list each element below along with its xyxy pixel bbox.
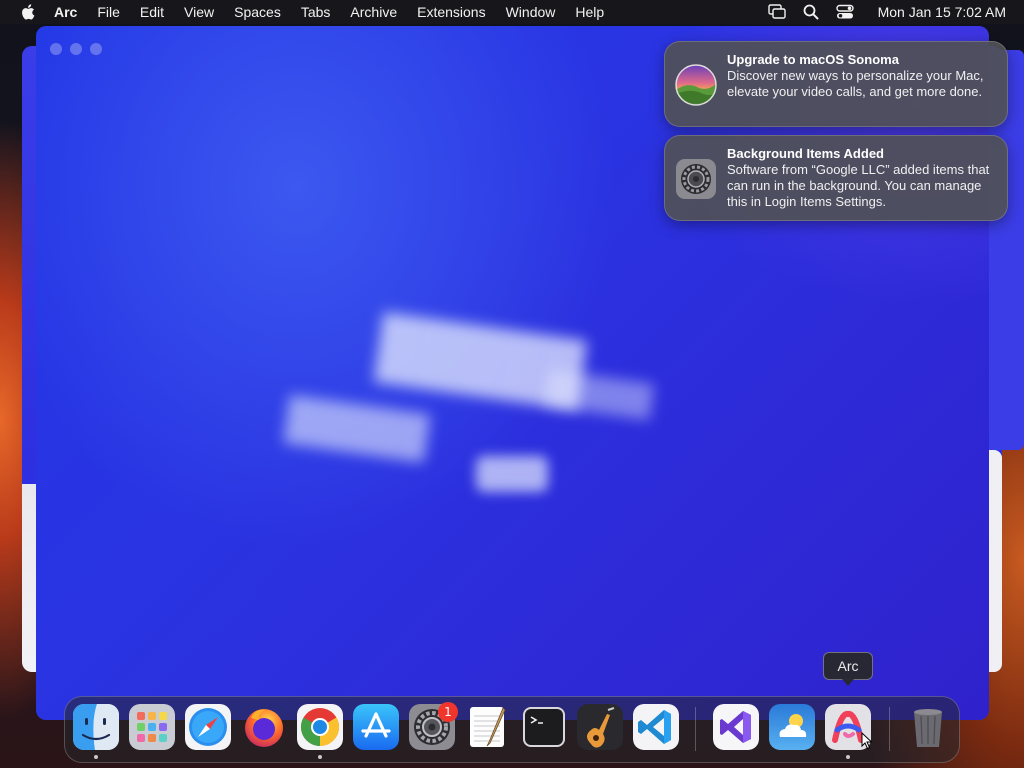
- notification-upgrade-sonoma[interactable]: Upgrade to macOS Sonoma Discover new way…: [664, 41, 1008, 127]
- screen-mirroring-icon[interactable]: [767, 3, 786, 21]
- dock-separator: [695, 707, 696, 751]
- menu-app-name[interactable]: Arc: [50, 0, 87, 24]
- background-window-edge-lower: [988, 450, 1002, 672]
- menu-edit[interactable]: Edit: [130, 0, 174, 24]
- menu-archive[interactable]: Archive: [340, 0, 407, 24]
- notification-title: Upgrade to macOS Sonoma: [727, 52, 899, 67]
- menu-tabs[interactable]: Tabs: [291, 0, 341, 24]
- dock-textedit-icon[interactable]: [465, 704, 511, 750]
- macos-sonoma-icon: [675, 64, 717, 106]
- notification-badge: 1: [438, 702, 458, 722]
- arc-window[interactable]: █████ █████ █████: [36, 26, 989, 720]
- search-icon[interactable]: [802, 3, 820, 21]
- notification-background-items[interactable]: Background Items Added Software from “Go…: [664, 135, 1008, 221]
- menu-view[interactable]: View: [174, 0, 224, 24]
- dock-trash-icon[interactable]: [905, 704, 951, 750]
- dock-visual-studio-icon[interactable]: [713, 704, 759, 750]
- apple-logo-icon[interactable]: [18, 3, 36, 21]
- close-window-button[interactable]: [50, 43, 62, 55]
- dock-tooltip-arrow: [842, 679, 854, 686]
- blurred-content: █████: [544, 370, 655, 419]
- menu-spaces[interactable]: Spaces: [224, 0, 291, 24]
- blurred-content: █████: [283, 396, 431, 460]
- dock-tooltip: Arc: [823, 652, 873, 680]
- dock-finder-icon[interactable]: [73, 704, 119, 750]
- menu-extensions[interactable]: Extensions: [407, 0, 495, 24]
- running-indicator: [846, 755, 850, 759]
- dock-launchpad-icon[interactable]: [129, 704, 175, 750]
- dock-weather-icon[interactable]: [769, 704, 815, 750]
- notification-text: Software from “Google LLC” added items t…: [727, 162, 990, 209]
- dock-firefox-icon[interactable]: [241, 704, 287, 750]
- menu-bar-clock[interactable]: Mon Jan 15 7:02 AM: [878, 4, 1006, 20]
- menu-bar: Arc File Edit View Spaces Tabs Archive E…: [0, 0, 1024, 24]
- running-indicator: [318, 755, 322, 759]
- dock-separator: [889, 707, 890, 751]
- dock-app-store-icon[interactable]: [353, 704, 399, 750]
- control-center-icon[interactable]: [835, 3, 854, 21]
- dock-safari-icon[interactable]: [185, 704, 231, 750]
- menu-help[interactable]: Help: [565, 0, 614, 24]
- dock: [64, 696, 960, 763]
- minimize-window-button[interactable]: [70, 43, 82, 55]
- window-controls: [50, 43, 102, 55]
- dock-vscode-icon[interactable]: [633, 704, 679, 750]
- mouse-cursor-icon: [861, 731, 873, 755]
- dock-terminal-icon[interactable]: [521, 704, 567, 750]
- notification-title: Background Items Added: [727, 146, 884, 161]
- dock-garageband-icon[interactable]: [577, 704, 623, 750]
- blurred-button: [476, 456, 548, 492]
- menu-window[interactable]: Window: [496, 0, 566, 24]
- zoom-window-button[interactable]: [90, 43, 102, 55]
- running-indicator: [94, 755, 98, 759]
- menu-file[interactable]: File: [87, 0, 130, 24]
- dock-chrome-icon[interactable]: [297, 704, 343, 750]
- notification-text: Discover new ways to personalize your Ma…: [727, 68, 984, 99]
- system-settings-gear-icon: [675, 158, 717, 200]
